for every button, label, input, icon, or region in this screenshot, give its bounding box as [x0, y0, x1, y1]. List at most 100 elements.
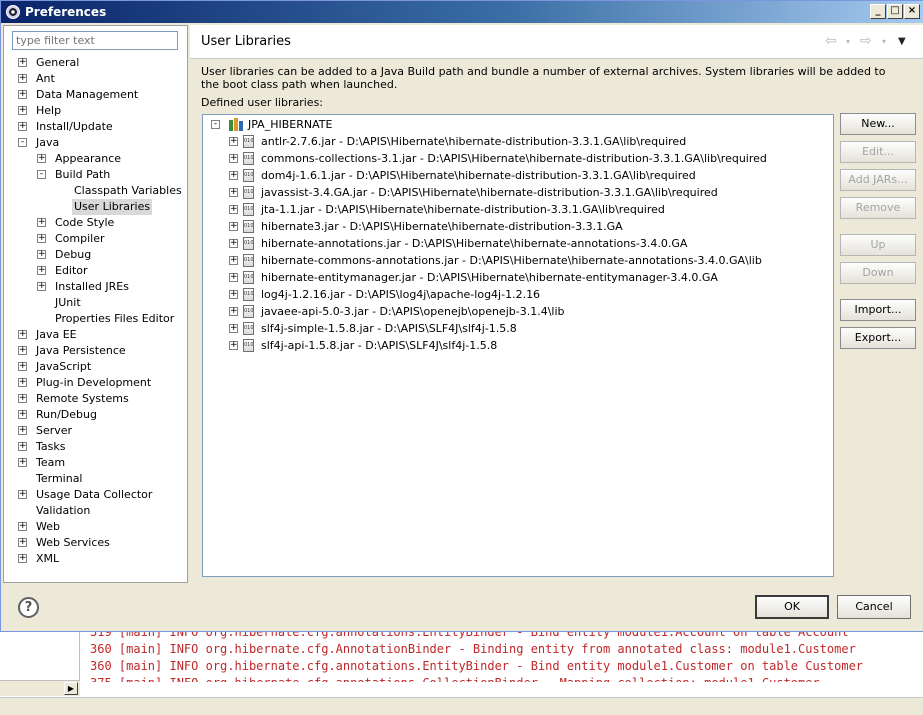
tree-item[interactable]: + Remote Systems	[4, 391, 187, 407]
expand-icon[interactable]: +	[18, 394, 27, 403]
tree-item[interactable]: + XML	[4, 551, 187, 567]
filter-input[interactable]	[12, 31, 178, 50]
tree-item[interactable]: + Plug-in Development	[4, 375, 187, 391]
tree-item[interactable]: + Ant	[4, 71, 187, 87]
expand-icon[interactable]: +	[229, 154, 238, 163]
expand-icon[interactable]: +	[229, 307, 238, 316]
tree-item[interactable]: - Java	[4, 135, 187, 151]
remove-button[interactable]: Remove	[840, 197, 916, 219]
tree-item[interactable]: + Install/Update	[4, 119, 187, 135]
tree-item[interactable]: + JavaScript	[4, 359, 187, 375]
minimize-button[interactable]: _	[870, 4, 886, 19]
cancel-button[interactable]: Cancel	[837, 595, 911, 619]
tree-item[interactable]: + Web Services	[4, 535, 187, 551]
tree-item[interactable]: + Java Persistence	[4, 343, 187, 359]
tree-item[interactable]: Classpath Variables	[4, 183, 187, 199]
expand-icon[interactable]: +	[229, 256, 238, 265]
back-history-caret-icon[interactable]: ▾	[846, 37, 850, 46]
tree-item-label: Java	[36, 136, 60, 149]
view-menu-icon[interactable]: ▼	[898, 36, 906, 47]
tree-item[interactable]: + Server	[4, 423, 187, 439]
expand-icon[interactable]: +	[18, 330, 27, 339]
expand-icon[interactable]: +	[18, 410, 27, 419]
user-libraries-tree[interactable]: - JPA_HIBERNATE +010 antlr-2.7.6.jar - D:…	[202, 114, 834, 577]
forward-history-caret-icon[interactable]: ▾	[882, 37, 886, 46]
tree-item[interactable]: Terminal	[4, 471, 187, 487]
tree-item[interactable]: User Libraries	[4, 199, 187, 215]
scroll-right-icon[interactable]: ▶	[64, 682, 78, 695]
expand-icon[interactable]: +	[229, 222, 238, 231]
tree-item[interactable]: JUnit	[4, 295, 187, 311]
down-button[interactable]: Down	[840, 262, 916, 284]
up-button[interactable]: Up	[840, 234, 916, 256]
tree-item[interactable]: + Usage Data Collector	[4, 487, 187, 503]
expand-icon[interactable]: +	[229, 290, 238, 299]
expand-icon[interactable]: +	[18, 522, 27, 531]
expand-icon[interactable]: +	[18, 90, 27, 99]
edit-button[interactable]: Edit...	[840, 141, 916, 163]
maximize-button[interactable]: □	[887, 4, 903, 19]
expand-icon[interactable]: +	[18, 362, 27, 371]
expand-icon[interactable]: +	[229, 188, 238, 197]
tree-item[interactable]: + Appearance	[4, 151, 187, 167]
expand-icon[interactable]: +	[37, 218, 46, 227]
expand-icon[interactable]: +	[229, 239, 238, 248]
close-button[interactable]: ×	[904, 4, 920, 19]
expand-icon[interactable]: +	[229, 205, 238, 214]
tree-item[interactable]: + Compiler	[4, 231, 187, 247]
expand-icon[interactable]: +	[18, 554, 27, 563]
jar-path: log4j-1.2.16.jar - D:\APIS\log4j\apache-…	[261, 288, 541, 301]
expand-icon[interactable]: +	[18, 426, 27, 435]
tree-item[interactable]: + General	[4, 55, 187, 71]
tree-item[interactable]: + Java EE	[4, 327, 187, 343]
expand-icon[interactable]: +	[229, 324, 238, 333]
tree-item[interactable]: + Debug	[4, 247, 187, 263]
title-bar[interactable]: Preferences _ □ ×	[1, 1, 923, 23]
tree-item[interactable]: Properties Files Editor	[4, 311, 187, 327]
expand-icon[interactable]: +	[229, 341, 238, 350]
add-jars-button[interactable]: Add JARs...	[840, 169, 916, 191]
import-button[interactable]: Import...	[840, 299, 916, 321]
expand-icon[interactable]: +	[37, 154, 46, 163]
tree-item[interactable]: + Code Style	[4, 215, 187, 231]
expand-icon[interactable]: +	[37, 282, 46, 291]
tree-item[interactable]: + Tasks	[4, 439, 187, 455]
new-button[interactable]: New...	[840, 113, 916, 135]
help-icon[interactable]: ?	[18, 597, 39, 618]
back-arrow-icon[interactable]: ⇦	[825, 33, 837, 49]
collapse-icon[interactable]: -	[211, 120, 220, 129]
expand-icon[interactable]: +	[18, 458, 27, 467]
expand-icon[interactable]: +	[18, 74, 27, 83]
expand-icon[interactable]: +	[37, 266, 46, 275]
export-button[interactable]: Export...	[840, 327, 916, 349]
tree-item[interactable]: + Data Management	[4, 87, 187, 103]
tree-item[interactable]: + Help	[4, 103, 187, 119]
expand-icon[interactable]: +	[18, 490, 27, 499]
tree-item[interactable]: + Installed JREs	[4, 279, 187, 295]
expand-icon[interactable]: +	[18, 58, 27, 67]
expand-icon[interactable]: +	[229, 171, 238, 180]
expand-icon[interactable]: +	[37, 250, 46, 259]
console-output[interactable]: 319 [main] INFO org.hibernate.cfg.annota…	[88, 632, 923, 682]
ok-button[interactable]: OK	[755, 595, 829, 619]
expand-icon[interactable]: +	[18, 442, 27, 451]
tree-item[interactable]: + Web	[4, 519, 187, 535]
forward-arrow-icon[interactable]: ⇨	[860, 33, 872, 49]
tree-item[interactable]: + Team	[4, 455, 187, 471]
expand-icon[interactable]: +	[18, 122, 27, 131]
tree-item[interactable]: + Editor	[4, 263, 187, 279]
expand-icon[interactable]: +	[18, 538, 27, 547]
expand-icon[interactable]: +	[37, 234, 46, 243]
expand-icon[interactable]: +	[229, 273, 238, 282]
tree-item[interactable]: Validation	[4, 503, 187, 519]
tree-item[interactable]: + Run/Debug	[4, 407, 187, 423]
expand-icon[interactable]: +	[18, 106, 27, 115]
tree-item[interactable]: - Build Path	[4, 167, 187, 183]
expand-icon[interactable]: +	[18, 378, 27, 387]
eclipse-icon	[6, 5, 20, 19]
expand-icon[interactable]: +	[18, 346, 27, 355]
expand-icon[interactable]: +	[229, 137, 238, 146]
horizontal-scrollbar[interactable]: ▶	[0, 680, 80, 696]
collapse-icon[interactable]: -	[37, 170, 46, 179]
collapse-icon[interactable]: -	[18, 138, 27, 147]
